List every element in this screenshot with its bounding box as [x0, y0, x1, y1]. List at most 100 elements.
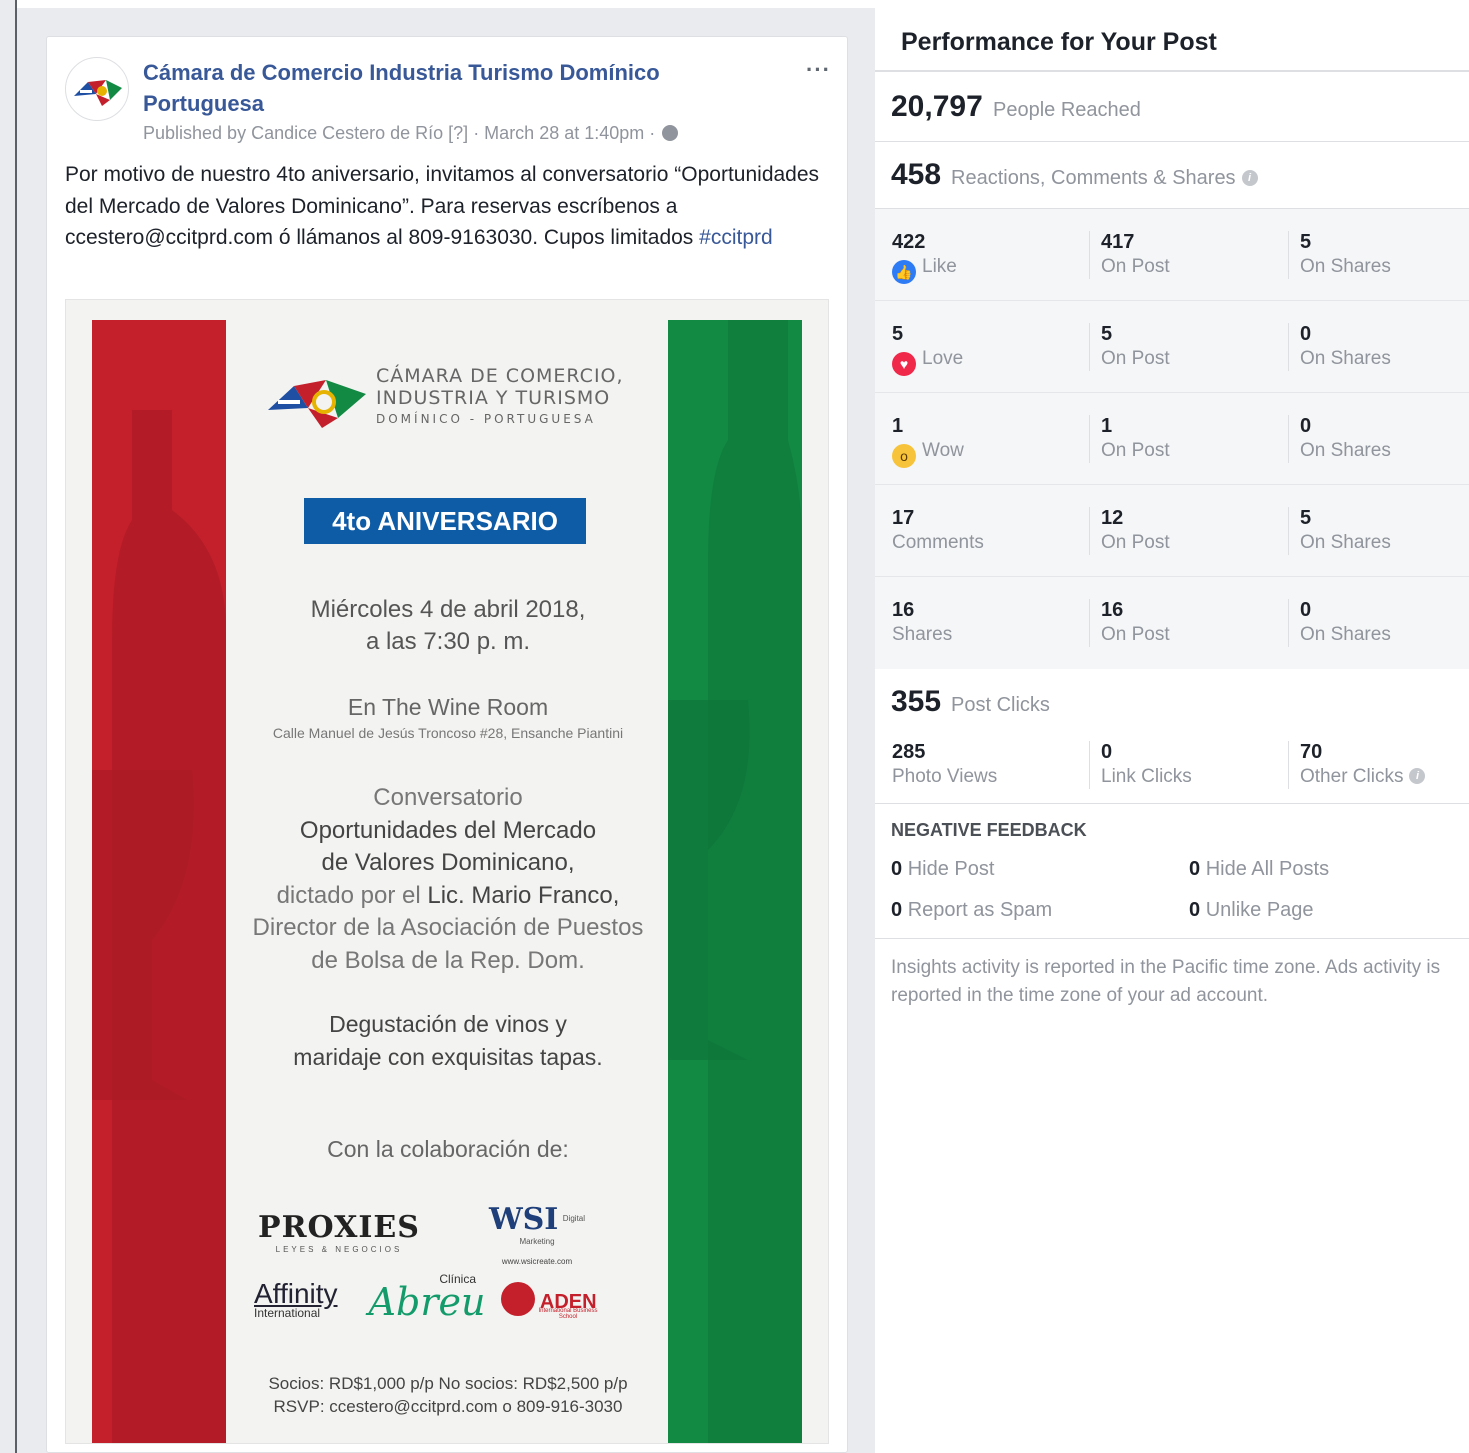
comments-count: 17: [892, 507, 915, 529]
like-on-post: 417 On Post: [1089, 231, 1170, 279]
rcs-label: Reactions, Comments & Shares: [951, 167, 1236, 189]
shares-on-post: 16 On Post: [1089, 599, 1170, 647]
rcs-number: 458: [891, 158, 942, 191]
flyer-talk-line5: Director de la Asociación de Puestos: [252, 914, 644, 941]
flyer-tasting-line2: maridaje con exquisitas tapas.: [293, 1043, 603, 1070]
wow-label: Wow: [922, 440, 964, 461]
flyer-date: Miércoles 4 de abril 2018, a las 7:30 p.…: [226, 594, 670, 658]
comments-on-shares-count: 5: [1300, 507, 1312, 529]
wine-glass-silhouette-icon: [668, 320, 802, 1443]
top-strip: [17, 0, 875, 8]
chamber-flag-logo-icon: [268, 380, 366, 428]
flyer-talk-line3: de Valores Dominicano,: [321, 849, 575, 876]
unlike-page-label: Unlike Page: [1205, 899, 1314, 921]
row-comments: 17 Comments 12 On Post 5 On Shares: [875, 485, 1469, 577]
unlike-page-count: 0: [1189, 899, 1201, 921]
sponsor-aden-logo: ADEN International Business School: [494, 1282, 604, 1320]
wow-on-shares-label: On Shares: [1300, 440, 1391, 461]
sponsor-aden-sub: International Business School: [538, 1308, 598, 1320]
people-reached-section: 20,797 People Reached: [875, 74, 1469, 142]
performance-header: Performance for Your Post: [875, 8, 1469, 72]
love-on-shares: 0 On Shares: [1288, 323, 1391, 371]
link-clicks: 0 Link Clicks: [1089, 741, 1192, 789]
row-love: 5 ♥ Love 5 On Post 0 On Shares: [875, 301, 1469, 393]
divider: [875, 938, 1469, 939]
shares-on-shares-count: 0: [1300, 599, 1312, 621]
screen: Cámara de Comercio Industria Turismo Dom…: [0, 0, 1469, 1453]
people-reached-number: 20,797: [891, 90, 983, 123]
wine-bottle-silhouette-icon: [92, 410, 226, 1443]
sponsor-proxies-sub: LEYES & NEGOCIOS: [275, 1245, 403, 1254]
page-avatar[interactable]: [65, 57, 129, 121]
shares-on-post-label: On Post: [1101, 624, 1170, 645]
like-label-wrap: 👍 Like: [892, 256, 957, 284]
flyer-venue-line2: Calle Manuel de Jesús Troncoso #28, Ensa…: [272, 725, 624, 741]
flyer-red-stripe: [92, 320, 226, 1443]
comments-label: Comments: [892, 532, 984, 553]
other-clicks-label: Other Clicks: [1300, 766, 1404, 787]
sponsor-affinity-sub: International: [254, 1306, 321, 1320]
wow-total: 1 o Wow: [892, 415, 964, 468]
flyer-talk: Conversatorio Oportunidades del Mercado …: [226, 782, 670, 977]
love-label-wrap: ♥ Love: [892, 348, 963, 376]
globe-icon[interactable]: [662, 125, 679, 141]
love-on-post: 5 On Post: [1089, 323, 1170, 371]
sponsor-wsi-logo: WSI Digital Marketing www.wsicreate.com: [472, 1202, 602, 1266]
sponsor-abreu-name: Abreu: [368, 1280, 486, 1324]
rcs-label-wrap: Reactions, Comments & Shares i: [951, 167, 1258, 190]
flyer-tasting-line1: Degustación de vinos y: [329, 1011, 567, 1037]
flyer-speaker-name: Lic. Mario Franco,: [427, 881, 620, 909]
flyer-rsvp: RSVP: ccestero@ccitprd.com o 809-916-303…: [273, 1397, 623, 1416]
flyer-green-stripe: [668, 320, 802, 1443]
flyer-talk-line1: Conversatorio: [373, 784, 523, 811]
post-clicks-section: 355 Post Clicks: [875, 669, 1469, 738]
like-label: Like: [922, 256, 957, 277]
page-name-link[interactable]: Cámara de Comercio Industria Turismo Dom…: [143, 57, 763, 119]
like-on-shares-label: On Shares: [1300, 256, 1391, 277]
shares-on-shares-label: On Shares: [1300, 624, 1391, 645]
post-image[interactable]: CÁMARA DE COMERCIO, INDUSTRIA Y TURISMO …: [65, 299, 829, 1444]
wow-count: 1: [892, 415, 904, 437]
flyer-venue-line1: En The Wine Room: [347, 694, 549, 720]
report-spam-stat: 0 Report as Spam: [891, 899, 1052, 922]
flyer-footer: Socios: RD$1,000 p/p No socios: RD$2,500…: [226, 1372, 670, 1418]
other-clicks: 70 Other Clicks i: [1288, 741, 1426, 789]
performance-title: Performance for Your Post: [901, 28, 1217, 56]
flyer-prices: Socios: RD$1,000 p/p No socios: RD$2,500…: [268, 1374, 628, 1393]
love-count: 5: [892, 323, 904, 345]
chamber-logo-icon: [74, 80, 122, 106]
flyer-content: CÁMARA DE COMERCIO, INDUSTRIA Y TURISMO …: [226, 320, 670, 1443]
photo-views-count: 285: [892, 741, 926, 763]
love-icon: ♥: [892, 352, 916, 376]
flyer-talk-line4a: dictado por el: [276, 881, 428, 909]
link-clicks-count: 0: [1101, 741, 1113, 763]
sponsor-affinity-logo: Affinity International: [254, 1278, 364, 1320]
flyer-chamber-line2: INDUSTRIA Y TURISMO: [376, 387, 611, 409]
row-wow: 1 o Wow 1 On Post 0 On Shares: [875, 393, 1469, 485]
info-icon[interactable]: i: [1241, 170, 1258, 186]
sponsor-wsi-name: WSI: [488, 1202, 559, 1237]
hide-post-stat: 0 Hide Post: [891, 858, 994, 881]
like-count: 422: [892, 231, 926, 253]
flyer-talk-line4: dictado por el Lic. Mario Franco,: [226, 880, 670, 913]
hide-post-count: 0: [891, 858, 903, 880]
hashtag-link[interactable]: #ccitprd: [699, 226, 773, 249]
flyer-chamber-line3: DOMÍNICO - PORTUGUESA: [376, 412, 596, 426]
info-icon[interactable]: i: [1409, 768, 1426, 784]
wow-on-shares: 0 On Shares: [1288, 415, 1391, 463]
wow-on-post-count: 1: [1101, 415, 1113, 437]
hide-post-label: Hide Post: [907, 858, 995, 880]
love-on-post-label: On Post: [1101, 348, 1170, 369]
reaction-breakdown: 422 👍 Like 417 On Post 5 On Shares 5 ♥ Love 5 O…: [875, 209, 1469, 669]
like-on-post-label: On Post: [1101, 256, 1170, 277]
more-options-button[interactable]: ···: [806, 57, 831, 83]
wow-on-post-label: On Post: [1101, 440, 1170, 461]
wow-label-wrap: o Wow: [892, 440, 964, 468]
sponsor-proxies-name: PROXIES: [258, 1210, 420, 1245]
photo-views: 285 Photo Views: [892, 741, 997, 788]
people-reached-label: People Reached: [993, 99, 1141, 121]
comments-on-post-label: On Post: [1101, 532, 1170, 553]
like-on-shares-count: 5: [1300, 231, 1312, 253]
negative-feedback-title: NEGATIVE FEEDBACK: [891, 820, 1087, 840]
flyer-date-line1: Miércoles 4 de abril 2018,: [310, 596, 586, 623]
